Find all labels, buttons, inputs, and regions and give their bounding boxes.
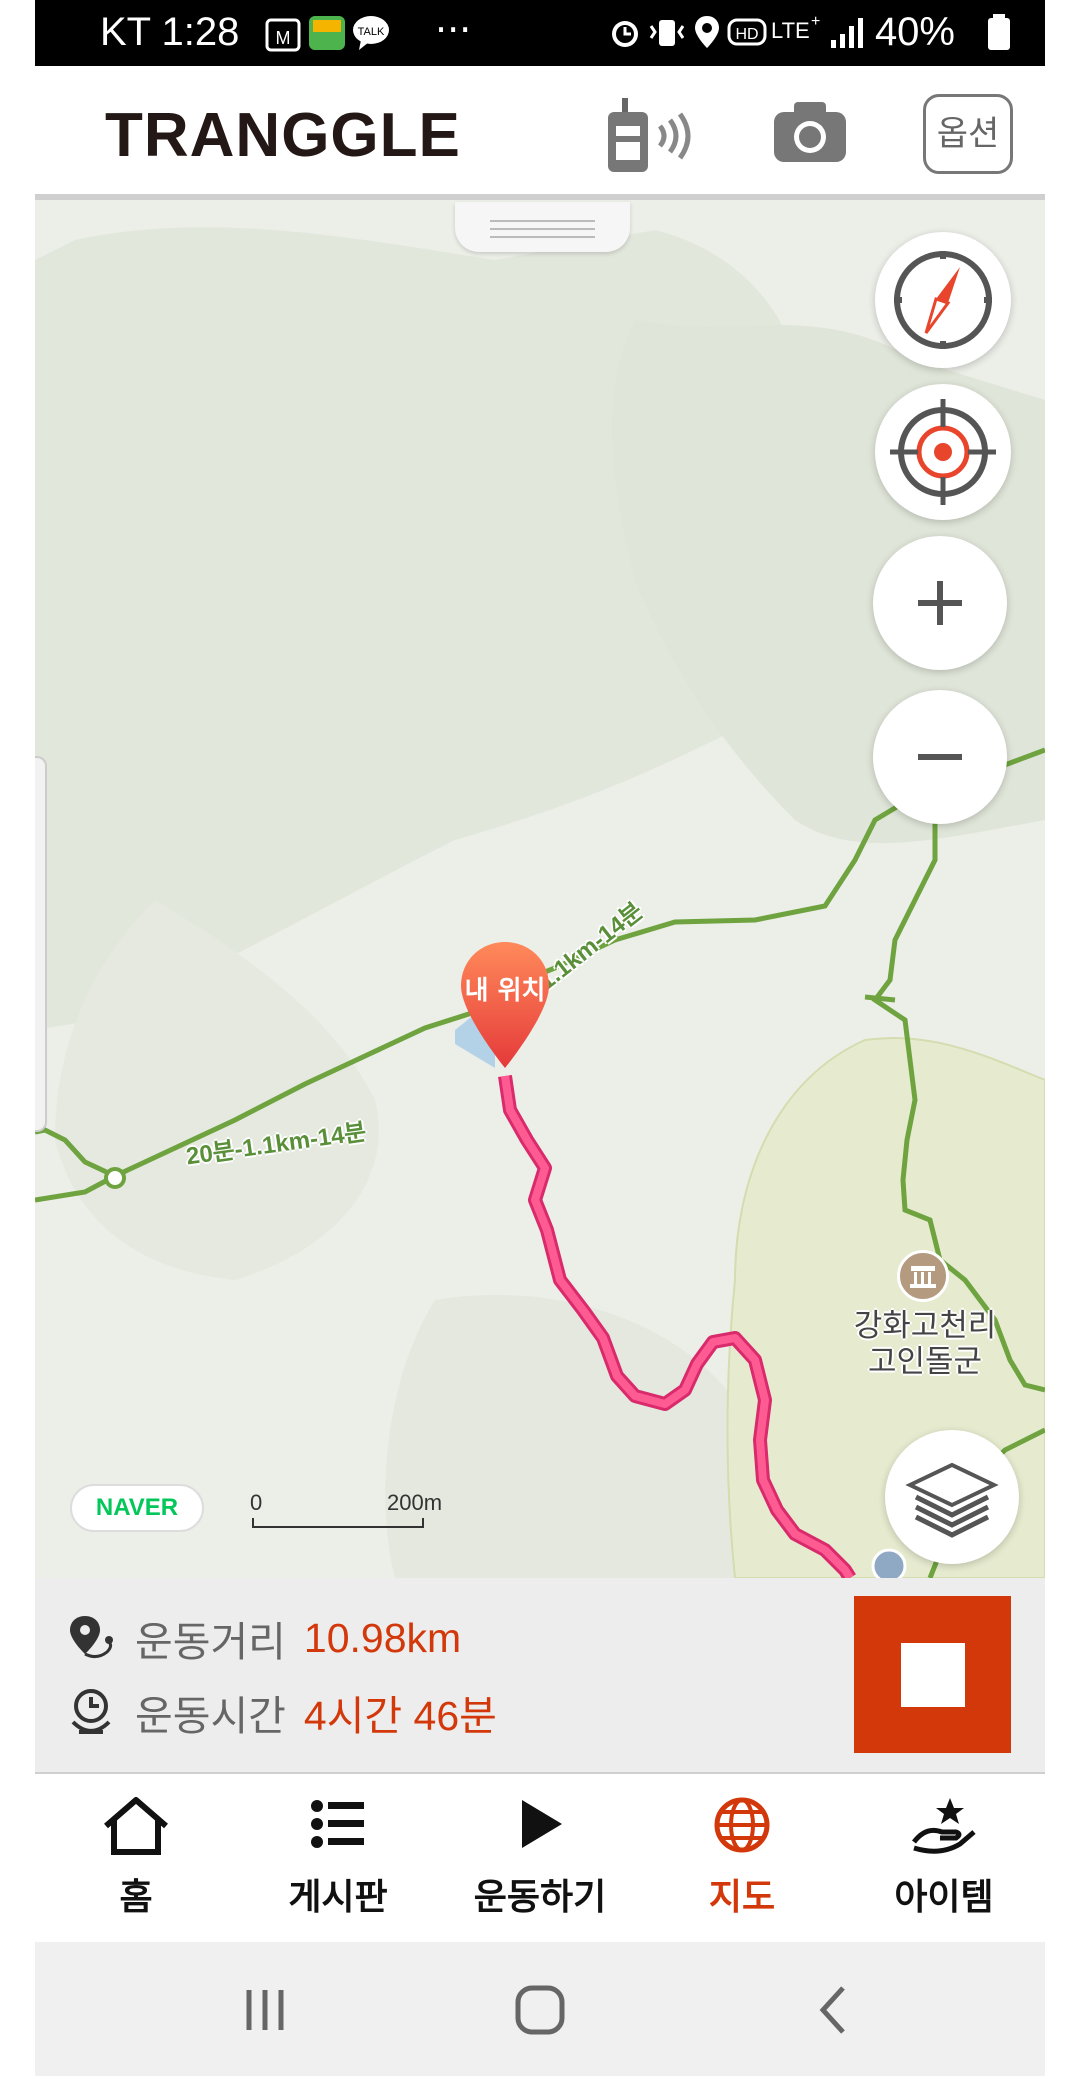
scale-distance: 200m bbox=[387, 1490, 443, 1515]
layers-icon bbox=[905, 1462, 999, 1538]
carrier-time: KT 1:28 bbox=[100, 10, 240, 54]
stop-workout-button[interactable] bbox=[854, 1596, 1011, 1753]
svg-text:LTE: LTE bbox=[771, 18, 810, 43]
distance-label: 운동거리 bbox=[135, 1618, 286, 1666]
globe-icon bbox=[714, 1797, 770, 1853]
app-icon bbox=[309, 16, 345, 50]
poi-label[interactable]: 강화고천리 고인돌군 bbox=[845, 1308, 1005, 1380]
more-indicator: ··· bbox=[435, 8, 472, 52]
walkie-talkie-icon[interactable] bbox=[600, 90, 700, 176]
layers-button[interactable] bbox=[885, 1430, 1019, 1564]
home-circle-icon[interactable] bbox=[510, 1980, 570, 2040]
svg-text:+: + bbox=[811, 13, 820, 30]
zoom-in-icon bbox=[918, 581, 962, 625]
scale-zero: 0 bbox=[250, 1490, 263, 1515]
system-navigation bbox=[35, 1942, 1045, 2076]
svg-text:HD: HD bbox=[735, 26, 758, 43]
nav-map[interactable]: 지도 bbox=[641, 1776, 843, 1942]
compass-icon bbox=[894, 251, 992, 349]
time-value: 4시간 46분 bbox=[303, 1693, 497, 1739]
app-header: TRANGGLE 옵션 bbox=[35, 66, 1045, 200]
recents-icon[interactable] bbox=[235, 1980, 295, 2040]
locate-me-icon bbox=[890, 399, 996, 505]
side-panel-tab[interactable] bbox=[35, 756, 47, 1132]
distance-row: 운동거리 10.98km bbox=[65, 1608, 461, 1668]
item-hand-star-icon bbox=[912, 1798, 976, 1854]
list-icon bbox=[311, 1800, 364, 1848]
location-icon bbox=[695, 16, 719, 48]
home-icon bbox=[104, 1797, 168, 1855]
alarm-icon bbox=[612, 21, 638, 47]
route-pin-icon bbox=[70, 1616, 113, 1659]
zoom-out-icon bbox=[918, 754, 962, 760]
nav-board-label: 게시판 bbox=[288, 1877, 388, 1918]
nav-workout-label: 운동하기 bbox=[473, 1877, 607, 1918]
landmark-icon[interactable] bbox=[897, 1250, 949, 1302]
nav-map-label: 지도 bbox=[708, 1877, 776, 1918]
app-screen: KT 1:28 M TALK ··· HD LTE+ 40% TRANGGLE bbox=[35, 0, 1045, 2076]
stop-icon bbox=[901, 1643, 965, 1707]
options-button[interactable]: 옵션 bbox=[923, 94, 1013, 174]
compass-button[interactable] bbox=[875, 232, 1011, 368]
nav-home-label: 홈 bbox=[119, 1877, 153, 1918]
status-bar: KT 1:28 M TALK ··· HD LTE + 40% bbox=[35, 0, 1045, 66]
nav-workout[interactable]: 운동하기 bbox=[439, 1776, 641, 1942]
timer-pin-icon bbox=[71, 1689, 111, 1734]
nav-home[interactable]: 홈 bbox=[35, 1776, 237, 1942]
workout-stats-panel: 운동거리 10.98km 운동시간 4시간 46분 bbox=[35, 1578, 1045, 1774]
battery-percent: 40% bbox=[874, 10, 955, 54]
nav-items-label: 아이템 bbox=[894, 1877, 994, 1918]
nav-items[interactable]: 아이템 bbox=[843, 1776, 1045, 1942]
app-logo: TRANGGLE bbox=[105, 101, 461, 170]
signal-icon bbox=[831, 18, 863, 48]
drawer-handle[interactable] bbox=[455, 202, 630, 252]
distance-value: 10.98km bbox=[303, 1614, 462, 1661]
nav-board[interactable]: 게시판 bbox=[237, 1776, 439, 1942]
locate-me-button[interactable] bbox=[875, 384, 1011, 520]
talk-icon: TALK bbox=[353, 16, 389, 50]
camera-icon[interactable] bbox=[770, 96, 850, 166]
hd-icon: HD bbox=[727, 18, 767, 46]
scale-line bbox=[252, 1518, 424, 1528]
lock-m-icon: M bbox=[265, 18, 301, 52]
battery-icon bbox=[988, 14, 1010, 50]
play-icon bbox=[522, 1800, 562, 1848]
vibrate-icon bbox=[649, 20, 685, 46]
back-icon[interactable] bbox=[805, 1980, 865, 2040]
naver-attribution[interactable]: NAVER bbox=[70, 1484, 204, 1532]
svg-text:TALK: TALK bbox=[358, 26, 385, 38]
time-label: 운동시간 bbox=[135, 1692, 286, 1740]
bottom-navigation: 홈 게시판 운동하기 지도 아이템 bbox=[35, 1776, 1045, 1942]
zoom-in-button[interactable] bbox=[873, 536, 1007, 670]
my-location-label: 내 위치 bbox=[464, 976, 546, 1006]
lte-plus-icon: LTE + bbox=[771, 13, 820, 43]
svg-text:M: M bbox=[276, 28, 291, 48]
time-row: 운동시간 4시간 46분 bbox=[65, 1682, 497, 1742]
map-view[interactable]: 20분-1.1km-14분 20분-1.1km-14분 내 위치 강화고천리 고… bbox=[35, 200, 1045, 1578]
map-scale: 0 200m bbox=[250, 1490, 450, 1540]
zoom-out-button[interactable] bbox=[873, 690, 1007, 824]
